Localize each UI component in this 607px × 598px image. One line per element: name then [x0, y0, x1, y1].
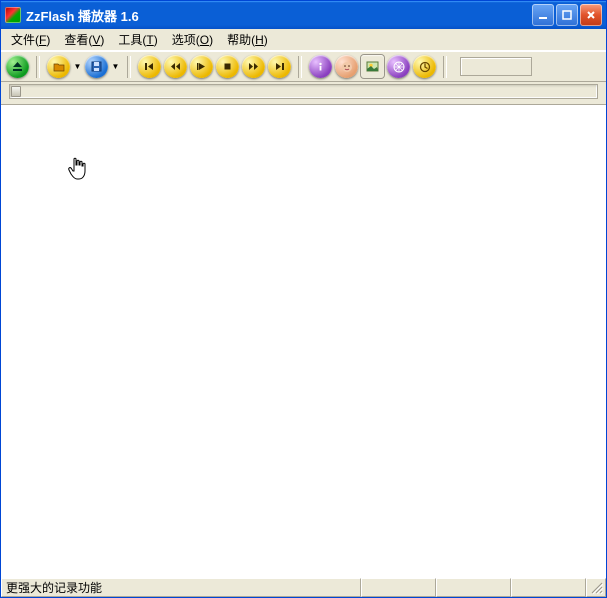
misc-button[interactable]	[413, 55, 436, 78]
first-frame-button[interactable]	[138, 55, 161, 78]
eject-button[interactable]	[6, 55, 29, 78]
titlebar[interactable]: ZzFlash 播放器 1.6	[1, 1, 606, 29]
prev-frame-button[interactable]	[164, 55, 187, 78]
toolbar: ▼ ▼	[1, 51, 606, 82]
app-window: ZzFlash 播放器 1.6 文件(F) 查看(V) 工具(T) 选项(O)	[0, 0, 607, 598]
stop-button[interactable]	[216, 55, 239, 78]
minimize-button[interactable]	[532, 4, 554, 26]
open-dropdown-icon[interactable]: ▼	[73, 62, 82, 71]
play-button[interactable]	[190, 55, 213, 78]
face-button[interactable]	[335, 55, 358, 78]
menu-help[interactable]: 帮助(H)	[221, 29, 274, 50]
save-dropdown-icon[interactable]: ▼	[111, 62, 120, 71]
address-box[interactable]	[460, 57, 532, 76]
resize-grip[interactable]	[586, 578, 606, 597]
toolbar-separator	[127, 56, 131, 78]
info-button[interactable]	[309, 55, 332, 78]
close-button[interactable]	[580, 4, 602, 26]
seek-slider[interactable]	[9, 84, 598, 99]
status-panel-2	[361, 578, 436, 597]
hand-cursor-icon	[67, 157, 87, 181]
seek-thumb-icon[interactable]	[11, 86, 21, 97]
toolbar-separator	[36, 56, 40, 78]
toolbar-separator	[443, 56, 447, 78]
toolbar-separator	[298, 56, 302, 78]
window-title: ZzFlash 播放器 1.6	[26, 6, 532, 25]
app-icon	[5, 7, 21, 23]
window-controls	[532, 4, 602, 26]
menubar: 文件(F) 查看(V) 工具(T) 选项(O) 帮助(H)	[1, 29, 606, 51]
menu-file[interactable]: 文件(F)	[5, 29, 56, 50]
next-frame-button[interactable]	[242, 55, 265, 78]
snapshot-button[interactable]	[361, 55, 384, 78]
open-button[interactable]	[47, 55, 70, 78]
menu-view[interactable]: 查看(V)	[58, 29, 110, 50]
maximize-button[interactable]	[556, 4, 578, 26]
last-frame-button[interactable]	[268, 55, 291, 78]
menu-options[interactable]: 选项(O)	[166, 29, 219, 50]
status-panel-3	[436, 578, 511, 597]
resize-grip-icon	[591, 582, 603, 594]
status-panel-4	[511, 578, 586, 597]
status-message: 更强大的记录功能	[1, 578, 361, 597]
seekbar-row	[1, 82, 606, 105]
menu-tools[interactable]: 工具(T)	[112, 29, 163, 50]
globe-button[interactable]	[387, 55, 410, 78]
statusbar: 更强大的记录功能	[1, 577, 606, 597]
toolbar-field[interactable]	[454, 57, 529, 76]
save-button[interactable]	[85, 55, 108, 78]
content-area[interactable]	[1, 105, 606, 577]
